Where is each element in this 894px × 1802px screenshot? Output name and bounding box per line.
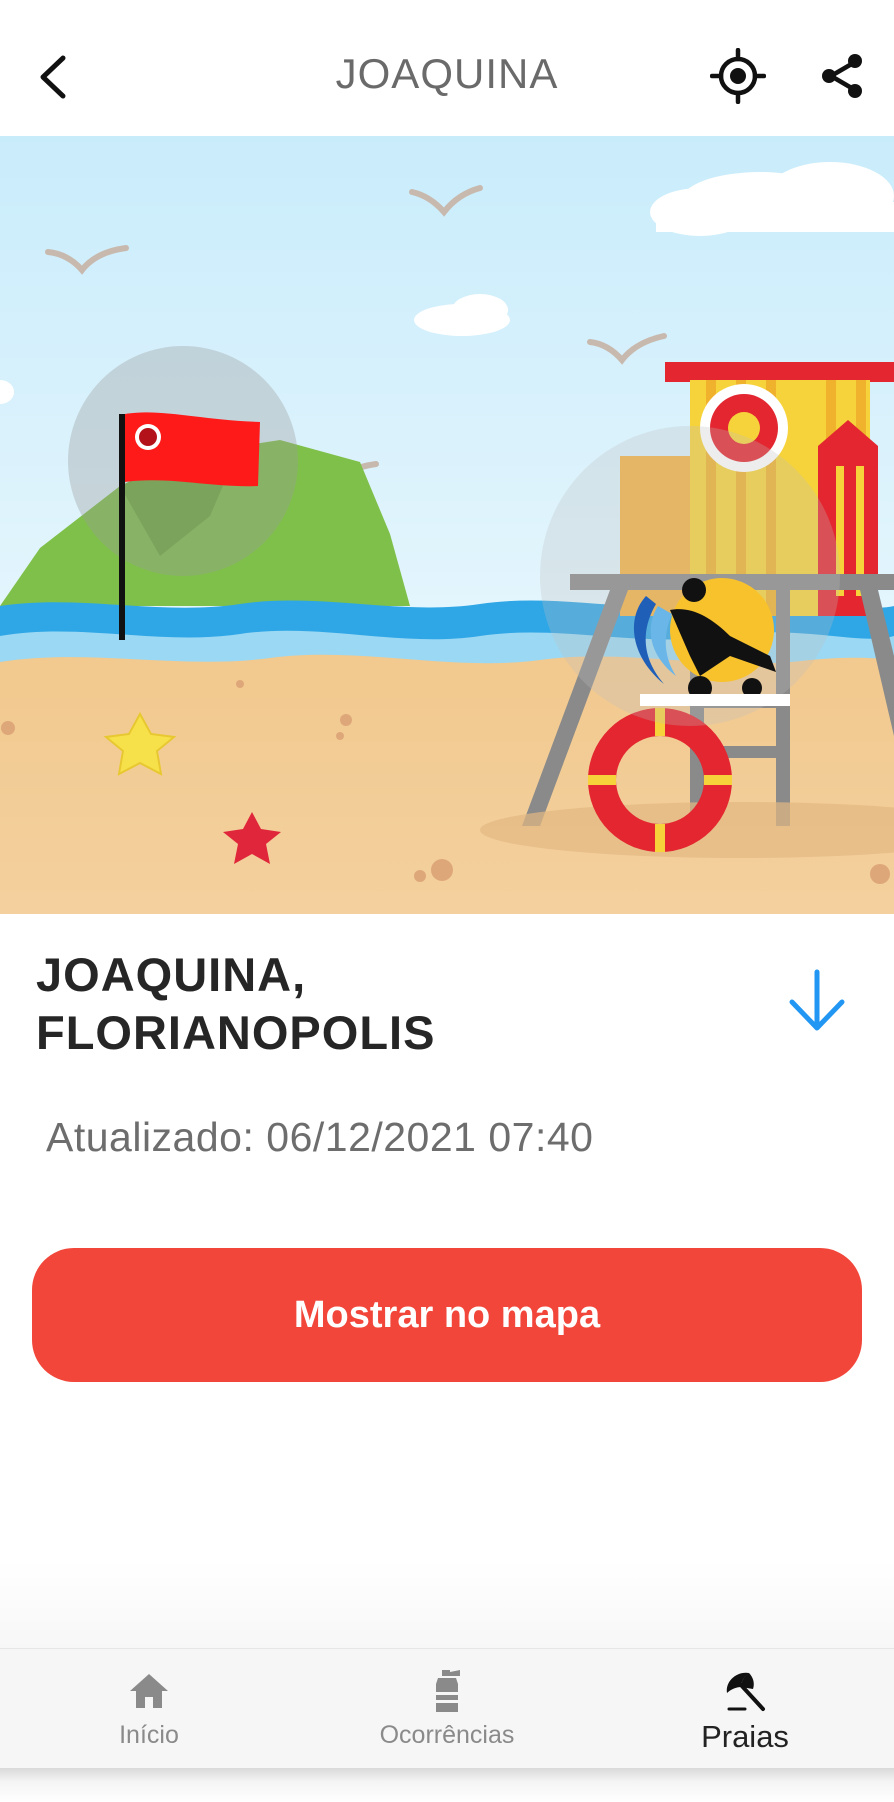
crosshair-icon xyxy=(710,48,766,104)
locate-button[interactable] xyxy=(706,44,770,108)
updated-timestamp: Atualizado: 06/12/2021 07:40 xyxy=(46,1114,593,1161)
bottom-shadow xyxy=(0,1768,894,1802)
beach-illustration xyxy=(0,136,894,914)
share-button[interactable] xyxy=(810,44,874,108)
back-button[interactable] xyxy=(24,40,80,114)
app-bar: JOAQUINA xyxy=(0,0,894,136)
nav-fade xyxy=(0,1560,894,1648)
nav-item-ocorrencias[interactable]: Ocorrências xyxy=(298,1649,596,1769)
nav-item-praias[interactable]: Praias xyxy=(596,1649,894,1769)
updated-label: Atualizado: xyxy=(46,1114,255,1160)
bottom-navigation: Início Ocorrências Praias xyxy=(0,1648,894,1769)
nav-label-inicio: Início xyxy=(119,1721,179,1749)
chevron-left-icon xyxy=(40,55,66,99)
show-on-map-button[interactable]: Mostrar no mapa xyxy=(32,1248,862,1382)
beach-umbrella-icon xyxy=(726,1672,765,1711)
download-button[interactable] xyxy=(776,960,858,1042)
nav-label-ocorrencias: Ocorrências xyxy=(379,1721,515,1749)
home-icon xyxy=(130,1674,168,1708)
nav-item-inicio[interactable]: Início xyxy=(0,1649,298,1769)
arrow-down-icon xyxy=(789,969,845,1031)
nav-label-praias: Praias xyxy=(701,1719,789,1754)
updated-value: 06/12/2021 07:40 xyxy=(266,1114,594,1160)
share-icon xyxy=(822,54,862,98)
page-title: JOAQUINA xyxy=(335,50,559,97)
extinguisher-icon xyxy=(436,1670,460,1712)
beach-name: JOAQUINA, FLORIANOPOLIS xyxy=(36,948,436,1059)
